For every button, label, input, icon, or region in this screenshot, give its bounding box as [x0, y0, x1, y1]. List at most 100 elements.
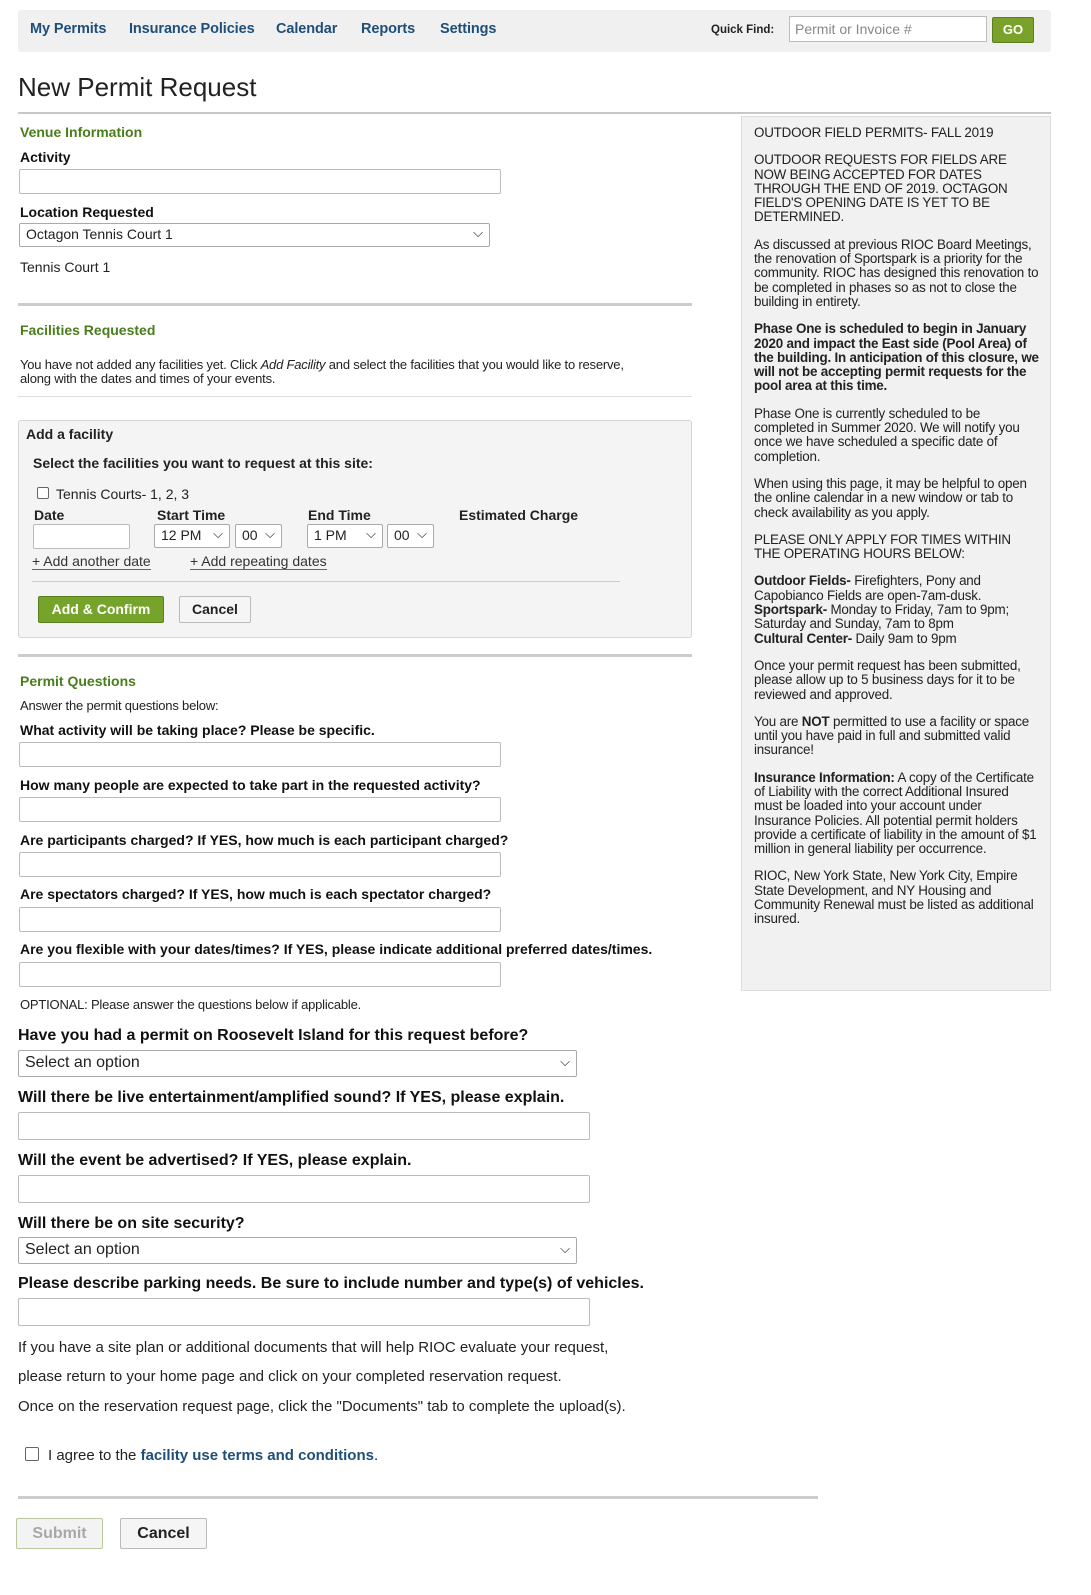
question-spectators-label: Are spectators charged? If YES, how much… [20, 886, 492, 902]
sidebar-fields-notice: OUTDOOR REQUESTS FOR FIELDS ARE NOW BEIN… [754, 152, 1008, 225]
title-divider [18, 112, 1051, 114]
facility-checkbox[interactable] [37, 487, 49, 499]
add-facility-subtitle: Select the facilities you want to reques… [33, 455, 373, 471]
add-facility-cancel-button[interactable]: Cancel [179, 596, 251, 623]
terms-text: I agree to the facility use terms and co… [48, 1447, 378, 1464]
question-activity-input[interactable] [19, 742, 501, 767]
start-minute-value: 00 [242, 527, 258, 543]
sidebar-renovation-note: As discussed at previous RIOC Board Meet… [754, 236, 1039, 309]
location-select-value: Octagon Tennis Court 1 [26, 226, 173, 242]
start-minute-select[interactable]: 00 ⌵ [235, 524, 282, 548]
end-minute-value: 00 [394, 527, 410, 543]
payment-note-bold: NOT [801, 713, 830, 729]
add-confirm-button[interactable]: Add & Confirm [38, 596, 164, 623]
question-activity-label: What activity will be taking place? Plea… [20, 722, 375, 738]
hours-cultural-text: Daily 9am to 9pm [851, 630, 957, 646]
insurance-info-label: Insurance Information: [754, 769, 895, 785]
facilities-note-line2: along with the dates and times of your e… [20, 371, 276, 386]
prior-permit-select[interactable]: Select an option ⌵ [18, 1050, 577, 1077]
security-select[interactable]: Select an option ⌵ [18, 1237, 577, 1264]
page-title: New Permit Request [18, 72, 257, 102]
submit-button[interactable]: Submit [16, 1518, 103, 1549]
question-spectators-input[interactable] [19, 907, 501, 932]
chevron-down-icon: ⌵ [560, 1241, 570, 1256]
add-facility-title: Add a facility [26, 426, 114, 442]
footer-divider [18, 1496, 818, 1499]
facility-name: Tennis Courts- 1, 2, 3 [56, 486, 190, 502]
sidebar-hours: Outdoor Fields- Firefighters, Pony and C… [754, 573, 1040, 646]
sidebar-phase-one-completion: Phase One is currently scheduled to be c… [754, 405, 1020, 464]
quick-find-input[interactable] [789, 16, 987, 42]
go-button[interactable]: GO [992, 17, 1034, 43]
chevron-down-icon: ⌵ [473, 225, 483, 240]
cancel-button[interactable]: Cancel [120, 1518, 207, 1549]
chevron-down-icon: ⌵ [265, 526, 275, 541]
sidebar-phase-one-notice: Phase One is scheduled to begin in Janua… [754, 321, 1039, 394]
end-minute-select[interactable]: 00 ⌵ [387, 524, 434, 548]
parking-input[interactable] [18, 1298, 590, 1326]
nav-reports[interactable]: Reports [361, 21, 415, 37]
advertised-input[interactable] [18, 1175, 590, 1203]
question-parking-label: Please describe parking needs. Be sure t… [18, 1275, 644, 1292]
add-facility-panel: Add a facility Select the facilities you… [18, 420, 692, 638]
facilities-note-em: Add Facility [260, 357, 326, 372]
sidebar-review-note: Once your permit request has been submit… [754, 657, 1021, 702]
location-label: Location Requested [20, 204, 154, 220]
question-prior-permit-label: Have you had a permit on Roosevelt Islan… [18, 1027, 529, 1044]
venue-section-heading: Venue Information [20, 124, 143, 140]
hours-sportspark-label: Sportspark- [754, 602, 827, 618]
top-nav: My Permits Insurance Policies Calendar R… [18, 10, 1051, 52]
location-description: Tennis Court 1 [20, 259, 111, 275]
section-divider [18, 654, 692, 657]
nav-my-permits[interactable]: My Permits [30, 21, 106, 37]
terms-checkbox[interactable] [25, 1447, 39, 1461]
nav-settings[interactable]: Settings [440, 21, 497, 37]
end-time-label: End Time [308, 507, 371, 523]
terms-text-post: . [373, 1447, 379, 1464]
question-people-input[interactable] [19, 797, 501, 822]
facilities-note-text-post: and select the facilities that you would… [325, 357, 624, 372]
question-participants-input[interactable] [19, 852, 501, 877]
questions-intro: Answer the permit questions below: [20, 698, 219, 713]
start-hour-select[interactable]: 12 PM ⌵ [154, 524, 230, 548]
end-hour-value: 1 PM [314, 527, 347, 543]
prior-permit-value: Select an option [25, 1054, 140, 1071]
nav-calendar[interactable]: Calendar [276, 21, 337, 37]
facilities-section-heading: Facilities Requested [20, 322, 156, 338]
terms-link[interactable]: facility use terms and conditions [141, 1447, 374, 1464]
entertainment-input[interactable] [18, 1112, 590, 1140]
documents-note-line3: Once on the reservation request page, cl… [18, 1398, 626, 1415]
add-repeating-dates-link[interactable]: + Add repeating dates [190, 553, 327, 570]
estimated-charge-label: Estimated Charge [459, 507, 579, 523]
info-sidebar: OUTDOOR FIELD PERMITS- FALL 2019 OUTDOOR… [741, 116, 1051, 991]
nav-insurance-policies[interactable]: Insurance Policies [129, 21, 255, 37]
section-divider [18, 303, 692, 306]
question-security-label: Will there be on site security? [18, 1215, 245, 1232]
question-entertainment-label: Will there be live entertainment/amplifi… [18, 1089, 565, 1106]
question-advertised-label: Will the event be advertised? If YES, pl… [18, 1152, 412, 1169]
activity-label: Activity [20, 149, 71, 165]
facilities-note: You have not added any facilities yet. C… [20, 358, 624, 386]
documents-note-line2: please return to your home page and clic… [18, 1368, 562, 1385]
chevron-down-icon: ⌵ [417, 526, 427, 541]
terms-text-pre: I agree to the [48, 1447, 141, 1464]
location-select[interactable]: Octagon Tennis Court 1 ⌵ [19, 223, 490, 247]
permit-questions-heading: Permit Questions [20, 673, 136, 689]
hours-outdoor-label: Outdoor Fields- [754, 573, 851, 589]
question-flexible-input[interactable] [19, 962, 501, 987]
quick-find-label: Quick Find: [711, 24, 775, 36]
payment-note-pre: You are [754, 713, 802, 729]
hours-cultural-label: Cultural Center- [754, 630, 852, 646]
end-hour-select[interactable]: 1 PM ⌵ [307, 524, 383, 548]
security-value: Select an option [25, 1241, 140, 1258]
sidebar-calendar-tip: When using this page, it may be helpful … [754, 475, 1027, 520]
activity-input[interactable] [19, 169, 501, 194]
date-input[interactable] [33, 524, 130, 549]
date-label: Date [34, 507, 65, 523]
documents-note-line1: If you have a site plan or additional do… [18, 1339, 609, 1356]
add-another-date-link[interactable]: + Add another date [32, 553, 151, 570]
start-hour-value: 12 PM [161, 527, 202, 543]
facilities-note-text: You have not added any facilities yet. C… [20, 357, 261, 372]
chevron-down-icon: ⌵ [560, 1054, 570, 1069]
sidebar-payment-note: You are NOT permitted to use a facility … [754, 713, 1040, 758]
